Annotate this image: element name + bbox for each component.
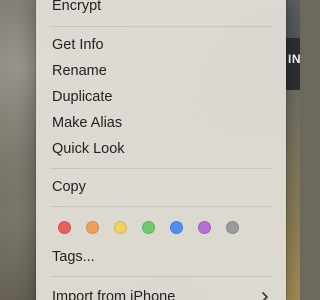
menu-item-quick-look[interactable]: Quick Look (36, 138, 286, 162)
menu-item-label: Quick Look (52, 141, 125, 157)
desktop-wallpaper-edge (286, 90, 300, 300)
tag-yellow-button[interactable] (114, 221, 127, 234)
menu-item-copy[interactable]: Copy (36, 176, 286, 200)
menu-item-label: Encrypt (52, 0, 102, 14)
tag-purple-button[interactable] (198, 221, 211, 234)
menu-item-import-from-iphone[interactable]: Import from iPhone (36, 286, 286, 300)
context-menu: Encrypt Get Info Rename Duplicate Make A… (36, 0, 286, 300)
menu-separator (50, 168, 272, 169)
menu-separator (50, 276, 272, 277)
tag-gray-button[interactable] (226, 221, 239, 234)
menu-item-label: Get Info (52, 37, 104, 53)
menu-item-duplicate[interactable]: Duplicate (36, 86, 286, 110)
tag-green-button[interactable] (142, 221, 155, 234)
menu-item-tags[interactable]: Tags... (36, 246, 286, 270)
menu-item-rename[interactable]: Rename (36, 60, 286, 84)
menu-item-label: Tags... (52, 249, 95, 265)
menu-separator (50, 206, 272, 207)
menu-item-label: Make Alias (52, 115, 123, 131)
menu-separator (50, 26, 272, 27)
menu-item-label: Duplicate (52, 89, 113, 105)
menu-item-make-alias[interactable]: Make Alias (36, 112, 286, 136)
tag-orange-button[interactable] (86, 221, 99, 234)
menu-item-get-info[interactable]: Get Info (36, 34, 286, 58)
tag-blue-button[interactable] (170, 221, 183, 234)
menu-item-label: Import from iPhone (52, 289, 176, 300)
background-window-label: IN (288, 52, 301, 66)
chevron-right-icon (262, 292, 268, 300)
tag-red-button[interactable] (58, 221, 71, 234)
menu-item-label: Rename (52, 63, 107, 79)
menu-item-label: Copy (52, 179, 86, 195)
menu-item-encrypt[interactable]: Encrypt (36, 0, 286, 19)
